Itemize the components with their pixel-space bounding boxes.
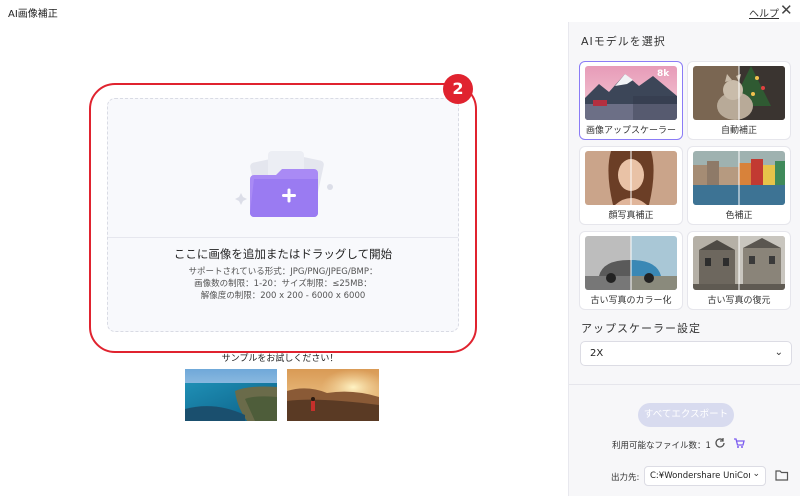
refresh-icon[interactable] bbox=[714, 437, 726, 449]
colorize-preview bbox=[585, 236, 677, 290]
sidebar: AIモデルを選択 8k 画像アップスケーラー 自動補正 顔写真補正 色補正 古い… bbox=[568, 22, 800, 496]
model-card-restore[interactable]: 古い写真の復元 bbox=[687, 231, 791, 310]
output-label: 出力先: bbox=[611, 473, 640, 483]
restore-preview bbox=[693, 236, 785, 290]
folder-icon[interactable] bbox=[775, 469, 789, 481]
output-path-select[interactable]: C:¥Wondershare UniConv ⌄ bbox=[644, 466, 766, 486]
upscale-select[interactable]: 2X ⌄ bbox=[580, 341, 792, 366]
output-path-value: C:¥Wondershare UniConv bbox=[650, 471, 750, 481]
file-count: 利用可能なファイル数：1 bbox=[612, 441, 711, 451]
model-card-upscaler[interactable]: 8k 画像アップスケーラー bbox=[579, 61, 683, 140]
window-title: AI画像補正 bbox=[8, 9, 58, 20]
resolution-badge: 8k bbox=[657, 69, 670, 79]
step-highlight bbox=[89, 83, 477, 353]
sidebar-divider bbox=[569, 384, 800, 385]
auto-enhance-preview bbox=[693, 66, 785, 120]
model-label-colorize: 古い写真のカラー化 bbox=[590, 296, 672, 306]
close-icon[interactable]: ✕ bbox=[780, 1, 793, 19]
chevron-down-icon: ⌄ bbox=[774, 347, 783, 358]
title-bar: AI画像補正 ヘルプ ✕ bbox=[0, 0, 800, 22]
sample-label: サンプルをお試しください！ bbox=[221, 354, 339, 364]
model-card-colorize[interactable]: 古い写真のカラー化 bbox=[579, 231, 683, 310]
export-all-button[interactable]: すべてエクスポート bbox=[638, 403, 734, 427]
step-badge: 2 bbox=[443, 74, 473, 104]
model-label-color: 色補正 bbox=[725, 211, 753, 221]
output-chevron-icon: ⌄ bbox=[752, 469, 760, 479]
model-card-color[interactable]: 色補正 bbox=[687, 146, 791, 225]
color-correct-preview bbox=[693, 151, 785, 205]
model-section-title: AIモデルを選択 bbox=[581, 35, 666, 48]
cart-icon[interactable] bbox=[733, 437, 745, 449]
model-card-auto[interactable]: 自動補正 bbox=[687, 61, 791, 140]
model-label-upscaler: 画像アップスケーラー bbox=[585, 126, 676, 136]
face-enhance-preview bbox=[585, 151, 677, 205]
model-label-auto: 自動補正 bbox=[720, 126, 757, 136]
upscale-value: 2X bbox=[590, 348, 604, 359]
upscale-section-title: アップスケーラー設定 bbox=[581, 322, 701, 335]
sample-image-sunset[interactable] bbox=[287, 369, 379, 421]
sample-image-coast[interactable] bbox=[185, 369, 277, 421]
main-area: ここに画像を追加またはドラッグして開始 サポートされている形式：JPG/PNG/… bbox=[0, 22, 568, 496]
upscaler-preview: 8k bbox=[585, 66, 677, 120]
model-label-face: 顔写真補正 bbox=[608, 211, 654, 221]
help-link[interactable]: ヘルプ bbox=[749, 5, 779, 20]
model-card-face[interactable]: 顔写真補正 bbox=[579, 146, 683, 225]
model-label-restore: 古い写真の復元 bbox=[707, 296, 771, 306]
